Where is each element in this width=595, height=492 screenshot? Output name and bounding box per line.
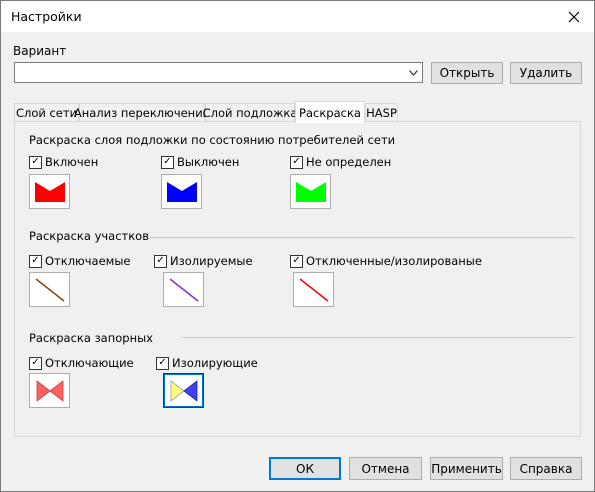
- tab-network-layer[interactable]: Слой сети: [14, 103, 79, 121]
- checkbox-label: Отключаемые: [45, 254, 131, 268]
- color-button-disconnecting[interactable]: [29, 373, 70, 408]
- checkbox-box[interactable]: ✓: [29, 356, 42, 370]
- ok-button[interactable]: ОК: [269, 457, 341, 480]
- checkbox-disconnected-isolated[interactable]: ✓ Отключенные/изолированые: [290, 254, 482, 268]
- red-valve-icon: [36, 379, 63, 402]
- checkbox-box[interactable]: ✓: [156, 356, 169, 370]
- valves-section-title: Раскраска запорных: [29, 331, 153, 345]
- checkbox-label: Включен: [45, 155, 99, 169]
- color-button-isolatable[interactable]: [163, 272, 204, 307]
- checkbox-disconnecting[interactable]: ✓ Отключающие: [29, 356, 134, 370]
- color-button-off[interactable]: [161, 174, 202, 209]
- checkbox-undefined[interactable]: ✓ Не определен: [290, 155, 391, 169]
- tab-hasp[interactable]: HASP: [365, 103, 398, 121]
- open-button[interactable]: Открыть: [431, 62, 503, 84]
- red-line-icon: [299, 277, 328, 302]
- variant-label: Вариант: [13, 44, 67, 58]
- checkbox-label: Изолирующие: [172, 356, 258, 370]
- red-envelope-icon: [34, 181, 65, 202]
- variant-combobox[interactable]: [14, 62, 423, 83]
- delete-button[interactable]: Удалить: [510, 62, 582, 84]
- segments-section-title: Раскраска участков: [29, 229, 149, 243]
- color-button-disconnected-isolated[interactable]: [293, 272, 334, 307]
- tab-coloring[interactable]: Раскраска: [295, 101, 365, 123]
- window-title: Настройки: [11, 9, 82, 24]
- title-bar: Настройки: [1, 1, 594, 32]
- help-button[interactable]: Справка: [510, 457, 582, 480]
- color-button-on[interactable]: [29, 174, 70, 209]
- settings-dialog: Настройки Вариант Открыть Удалить Слой с…: [0, 0, 595, 492]
- checkbox-label: Выключен: [177, 155, 240, 169]
- yellow-blue-valve-icon: [170, 379, 197, 402]
- close-button[interactable]: [554, 1, 594, 32]
- tab-base-layer[interactable]: Слой подложка: [203, 103, 297, 121]
- checkbox-box[interactable]: ✓: [161, 155, 174, 169]
- chevron-down-icon[interactable]: [406, 65, 420, 80]
- green-envelope-icon: [295, 181, 326, 202]
- checkbox-box[interactable]: ✓: [290, 254, 303, 268]
- checkbox-isolatable[interactable]: ✓ Изолируемые: [154, 254, 253, 268]
- tab-switching-analysis[interactable]: Анализ переключений: [74, 103, 210, 121]
- separator: [150, 237, 575, 238]
- checkbox-isolating[interactable]: ✓ Изолирующие: [156, 356, 258, 370]
- checkbox-box[interactable]: ✓: [29, 254, 42, 268]
- checkbox-label: Отключающие: [45, 356, 134, 370]
- checkbox-box[interactable]: ✓: [29, 155, 42, 169]
- checkbox-label: Изолируемые: [170, 254, 253, 268]
- brown-line-icon: [35, 277, 64, 302]
- coloring-tab-panel: Раскраска слоя подложки по состоянию пот…: [14, 121, 581, 437]
- checkbox-off[interactable]: ✓ Выключен: [161, 155, 239, 169]
- apply-button[interactable]: Применить: [430, 457, 503, 480]
- checkbox-disconnectable[interactable]: ✓ Отключаемые: [29, 254, 130, 268]
- violet-line-icon: [169, 277, 198, 302]
- separator: [183, 337, 575, 338]
- checkbox-label: Не определен: [306, 155, 392, 169]
- close-icon: [568, 11, 580, 22]
- consumer-section-title: Раскраска слоя подложки по состоянию пот…: [29, 133, 396, 147]
- checkbox-box[interactable]: ✓: [290, 155, 303, 169]
- checkbox-box[interactable]: ✓: [154, 254, 167, 268]
- color-button-disconnectable[interactable]: [29, 272, 70, 307]
- cancel-button[interactable]: Отмена: [349, 457, 422, 480]
- color-button-isolating[interactable]: [163, 373, 204, 408]
- checkbox-label: Отключенные/изолированые: [306, 254, 482, 268]
- blue-envelope-icon: [166, 181, 197, 202]
- checkbox-on[interactable]: ✓ Включен: [29, 155, 98, 169]
- color-button-undefined[interactable]: [290, 174, 331, 209]
